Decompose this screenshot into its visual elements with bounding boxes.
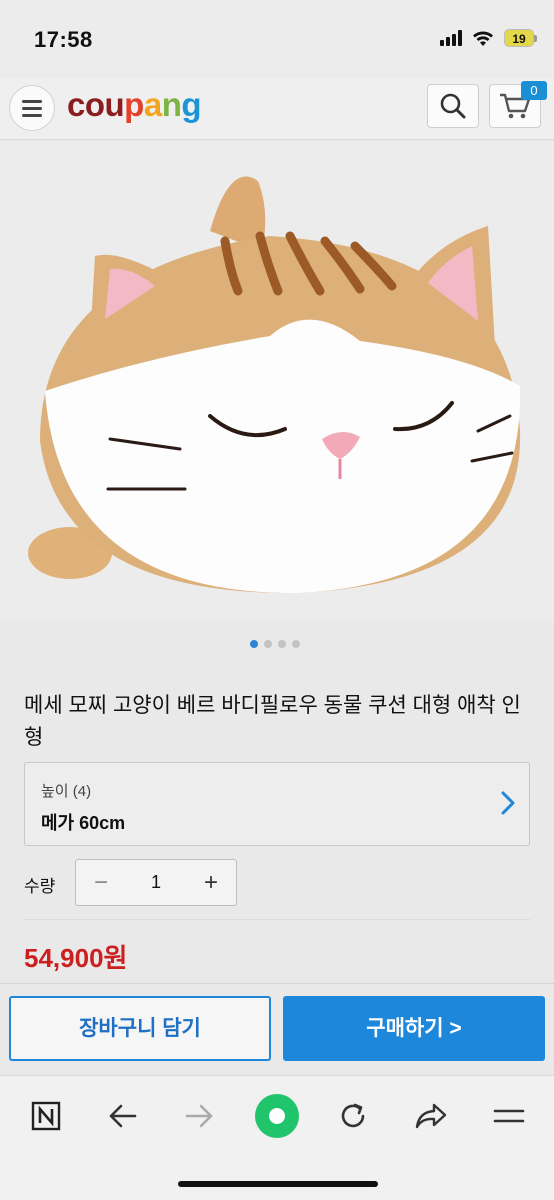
chevron-right-icon [501,791,515,815]
status-time: 17:58 [34,27,93,52]
carousel-dot[interactable] [292,640,300,648]
wifi-icon [472,30,494,47]
browser-menu-button[interactable] [489,1096,529,1136]
carousel-dot[interactable] [250,640,258,648]
signal-icon [440,30,462,46]
cart-count-badge: 0 [521,81,547,100]
divider [0,983,554,984]
arrow-left-icon [109,1104,137,1128]
product-title: 메세 모찌 고양이 베르 바디필로우 동물 쿠션 대형 애착 인형 [24,694,521,749]
image-carousel-dots[interactable] [250,640,300,648]
refresh-icon [341,1103,365,1128]
product-image[interactable] [0,141,554,621]
green-dot-button[interactable] [253,1092,301,1140]
refresh-button[interactable] [333,1096,373,1136]
option-label: 높이 (4) [41,783,92,800]
share-button[interactable] [411,1096,451,1136]
forward-button[interactable] [180,1096,220,1136]
buy-now-button[interactable]: 구매하기 > [283,996,545,1061]
quantity-decrease-button[interactable]: − [76,860,126,905]
menu-button[interactable] [9,85,55,131]
search-button[interactable] [427,84,479,128]
option-value: 메가 60cm [41,813,126,833]
carousel-dot[interactable] [264,640,272,648]
battery-icon: 19 [504,29,537,47]
quantity-label: 수량 [24,877,56,896]
option-selector[interactable]: 높이 (4) 메가 60cm [24,762,530,846]
green-dot-icon [255,1094,299,1138]
home-indicator[interactable] [178,1181,378,1187]
status-icons: 19 [440,29,537,47]
naver-n-icon [31,1101,61,1131]
quantity-stepper: − 1 + [75,859,237,906]
add-to-cart-button[interactable]: 장바구니 담기 [9,996,271,1061]
hamburger-icon [22,99,42,103]
quantity-increase-button[interactable]: + [186,860,236,905]
search-icon [440,93,466,119]
menu-lines-icon [493,1109,525,1123]
cat-plush-illustration [28,176,521,594]
share-arrow-icon [415,1103,447,1129]
back-button[interactable] [102,1096,142,1136]
carousel-dot[interactable] [278,640,286,648]
coupang-logo[interactable]: coupang [67,86,202,124]
arrow-right-icon [185,1104,213,1128]
quantity-value[interactable]: 1 [126,860,186,905]
divider [24,919,530,920]
app-header: coupang 0 [0,78,554,140]
naver-home-button[interactable] [26,1096,66,1136]
product-price: 54,900원 [24,943,128,973]
status-bar: 17:58 19 [0,0,554,78]
